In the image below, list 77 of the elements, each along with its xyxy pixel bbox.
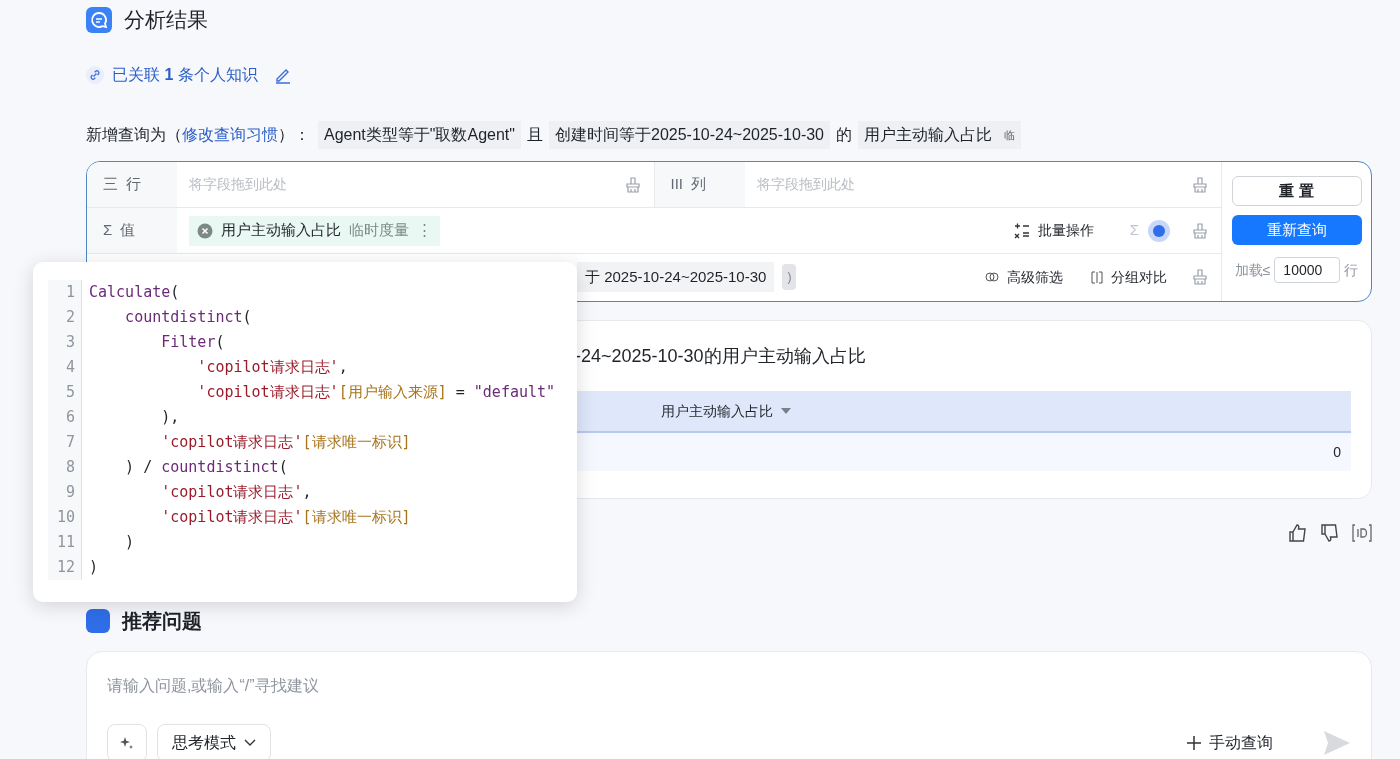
measure-tag: 临时度量 [349,219,409,242]
linked-knowledge-link[interactable]: 已关联 1 条个人知识 [112,63,258,87]
code-line: countdistinct( [124,307,253,328]
sort-caret-icon[interactable] [781,407,791,415]
temporary-badge: 临 [998,121,1021,149]
circles-icon [985,271,999,283]
load-label: 加载≤ [1234,260,1271,280]
load-limit-field[interactable]: 10000 [1274,257,1341,283]
code-line: 'copilot请求日志', [160,482,313,503]
filter-chip[interactable]: 于 2025-10-24~2025-10-30 [577,262,775,292]
reset-button[interactable]: 重 置 [1231,176,1362,206]
brush-icon[interactable] [1191,175,1209,194]
cursor-dot-icon [1147,218,1171,243]
line-number: 6 [65,407,75,428]
brush-icon[interactable] [1191,268,1209,286]
query-label: ）： [278,125,310,145]
table-cell-text: 0 [1333,442,1341,462]
remove-icon[interactable] [197,222,213,239]
measure-name: 用户主动输入占比 [221,220,341,241]
connector-text: 的 [836,125,852,145]
brush-icon[interactable] [623,175,642,194]
code-line: 'copilot请求日志', [196,357,349,378]
batch-icon [1013,222,1030,239]
line-number: 5 [65,382,75,403]
load-unit: 行 [1344,260,1359,280]
line-number: 11 [56,532,75,553]
sparkle-button[interactable] [107,724,147,759]
line-number: 1 [65,282,75,303]
brush-icon[interactable] [1191,221,1209,240]
line-number: 3 [65,332,75,353]
code-line: 'copilot请求日志'[请求唯一标识] [160,432,412,453]
column-header[interactable]: 用户主动输入占比 [661,400,773,422]
group-compare-button[interactable]: 分组对比 [1091,266,1167,288]
query-label: 新增查询为（ [86,125,182,145]
values-label: Σ 值 [87,208,177,253]
code-line: ) [89,557,100,578]
code-line: ) / countdistinct( [124,457,289,478]
line-number: 4 [65,357,75,378]
line-number: 2 [65,307,75,328]
code-line: ) [124,532,136,553]
section-title: 推荐问题 [122,609,202,634]
section-icon [86,609,110,633]
thumbs-up-icon[interactable] [1288,523,1308,543]
link-icon [86,66,104,84]
manual-query-button[interactable]: 手动查询 [1187,731,1273,755]
connector-text: 且 [527,125,543,145]
input-placeholder: 请输入问题,或输入“/”寻找建议 [107,676,320,696]
requery-button[interactable]: 重新查询 [1231,215,1362,245]
section-title: 分析结果 [124,7,208,34]
condition-chip: Agent类型等于"取数Agent" [318,121,521,149]
code-line: 'copilot请求日志'[请求唯一标识] [160,507,412,528]
caret-icon [244,739,256,747]
code-line: 'copilot请求日志'[用户输入来源] = "default" [196,382,556,403]
code-line: Calculate( [89,282,181,303]
line-number: 12 [56,557,75,578]
question-input[interactable]: 请输入问题,或输入“/”寻找建议 思考模式 手动查询 [86,651,1372,759]
mode-dropdown[interactable]: 思考模式 [157,724,271,759]
condition-chip: 创建时间等于2025-10-24~2025-10-30 [549,121,830,149]
line-number: 10 [56,507,75,528]
chat-bubble-icon [86,7,112,33]
advanced-filter-button[interactable]: 高级筛选 [985,266,1063,288]
plus-icon [1187,736,1201,750]
code-line: ), [160,407,181,428]
line-number: 9 [65,482,75,503]
rows-label: 三 行 [87,162,177,207]
line-number: 7 [65,432,75,453]
edit-habit-link[interactable]: 修改查询习惯 [182,123,278,147]
columns-label: III 列 [654,162,745,207]
split-icon [1091,270,1103,284]
line-number: 8 [65,457,75,478]
id-icon[interactable] [1352,523,1372,543]
measure-chip[interactable]: 用户主动输入占比 临时度量 ⋮ [189,215,440,246]
code-line: Filter( [160,332,226,353]
batch-button[interactable]: 批量操作 [1013,220,1094,241]
result-title: -24~2025-10-30的用户主动输入占比 [575,344,866,368]
condition-chip: 用户主动输入占比 [858,121,998,149]
thumbs-down-icon[interactable] [1320,523,1340,543]
